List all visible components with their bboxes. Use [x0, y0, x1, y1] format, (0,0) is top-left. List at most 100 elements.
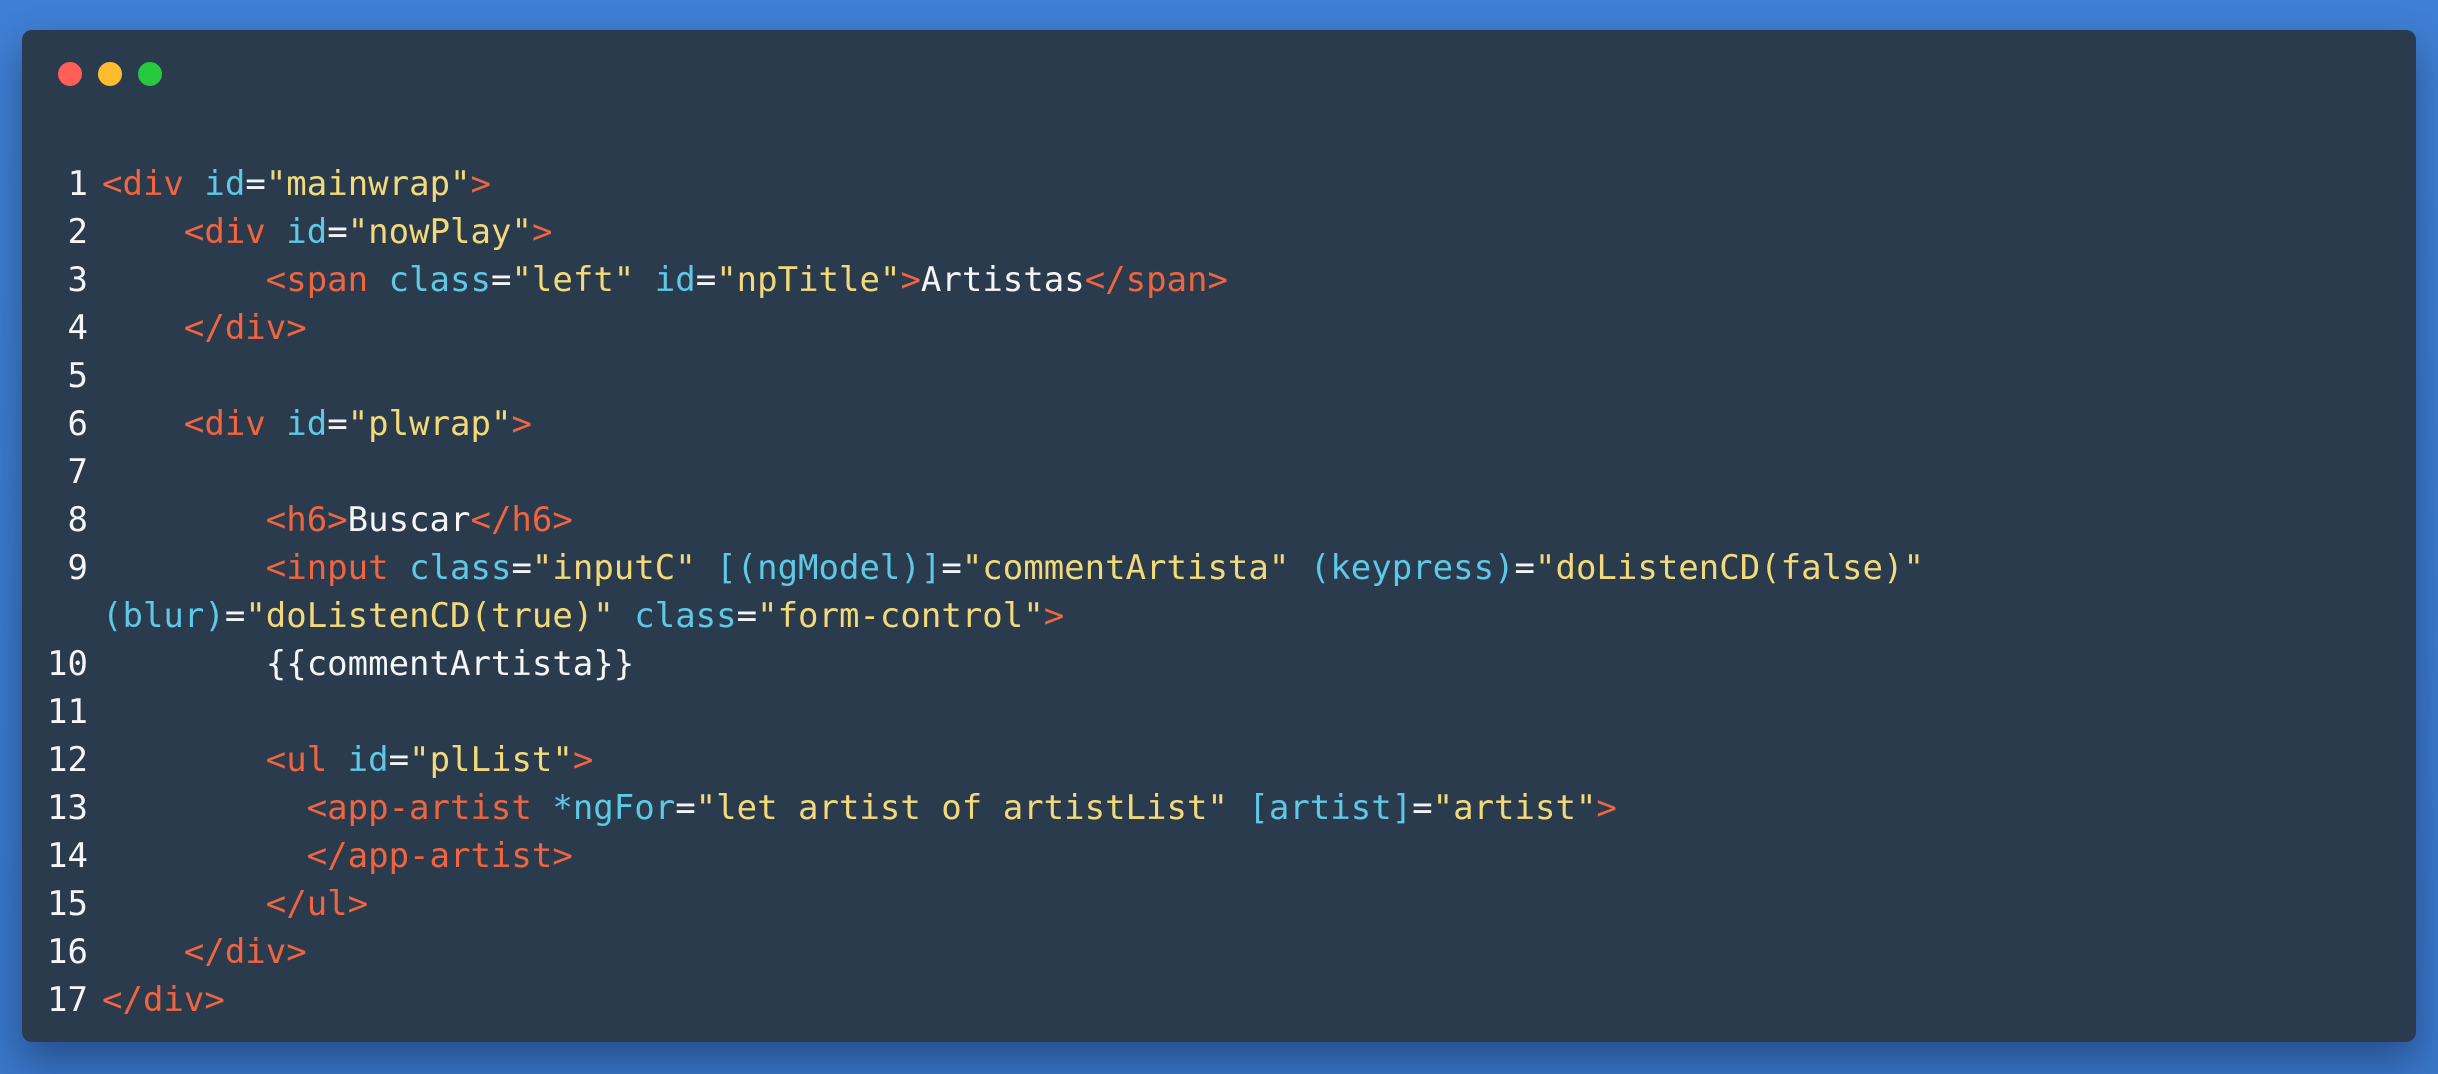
code-token: </app-artist> [306, 836, 573, 876]
code-line: 8 <h6>Buscar</h6> [22, 496, 2416, 544]
code-line: 16 </div> [22, 928, 2416, 976]
line-source: <div id="mainwrap"> [102, 160, 2182, 208]
code-token: </div> [102, 980, 225, 1020]
line-source: </div> [102, 976, 2182, 1024]
code-token: > [572, 740, 594, 780]
code-token: = [388, 740, 410, 780]
line-source: <div id="nowPlay"> [102, 208, 2182, 256]
code-token: = [327, 404, 348, 444]
code-token: > [531, 212, 553, 252]
code-token: "npTitle" [716, 260, 901, 300]
code-line: 3 <span class="left" id="npTitle">Artist… [22, 256, 2416, 304]
code-block[interactable]: 1 <div id="mainwrap"> 2 <div id="nowPlay">… [22, 160, 2416, 1024]
code-token: "artist" [1432, 788, 1597, 828]
code-line: 6 <div id="plwrap"> [22, 400, 2416, 448]
code-token: id [286, 212, 328, 252]
code-line: 13 <app-artist *ngFor="let artist of art… [22, 784, 2416, 832]
line-source: </ul> [102, 880, 2182, 928]
code-token: [(ngModel)] [716, 548, 942, 588]
code-token: class [409, 548, 512, 588]
line-number: 16 [47, 932, 88, 972]
code-line: 15 </ul> [22, 880, 2416, 928]
code-token: = [327, 212, 348, 252]
code-token: <div [183, 212, 266, 252]
code-line: 5 [22, 352, 2416, 400]
line-source [102, 352, 2182, 400]
code-token: id [654, 260, 696, 300]
line-number: 11 [47, 692, 88, 732]
code-token: "inputC" [531, 548, 696, 588]
line-source: </div> [102, 304, 2182, 352]
code-line: 7 [22, 448, 2416, 496]
code-token: id [204, 164, 246, 204]
line-source: <input class="inputC" [(ngModel)]="comme… [102, 544, 2182, 640]
code-token: </h6> [470, 500, 573, 540]
minimize-dot-icon[interactable] [98, 62, 122, 86]
code-token: class [388, 260, 491, 300]
line-source: {{commentArtista}} [102, 640, 2182, 688]
code-token: </div> [183, 308, 307, 348]
line-number: 10 [47, 644, 88, 684]
line-number: 9 [67, 548, 88, 588]
line-number: 5 [67, 356, 88, 396]
code-token: (keypress) [1309, 548, 1515, 588]
code-token: > [470, 164, 491, 204]
maximize-dot-icon[interactable] [138, 62, 162, 86]
code-token: id [347, 740, 389, 780]
code-token: <h6> [265, 500, 348, 540]
code-line: 10 {{commentArtista}} [22, 640, 2416, 688]
line-number: 13 [47, 788, 88, 828]
code-token: = [511, 548, 532, 588]
code-token: <ul [265, 740, 328, 780]
line-number: 8 [67, 500, 88, 540]
code-token: {{commentArtista}} [102, 644, 635, 684]
line-number: 2 [67, 212, 88, 252]
code-token: "doListenCD(true)" [245, 596, 614, 636]
line-source [102, 688, 2182, 736]
code-line: 17 </div> [22, 976, 2416, 1024]
code-token: "plList" [409, 740, 573, 780]
code-token: id [286, 404, 328, 444]
line-number: 6 [67, 404, 88, 444]
code-line: 4 </div> [22, 304, 2416, 352]
code-token: > [900, 260, 921, 300]
line-source: <span class="left" id="npTitle">Artistas… [102, 256, 2182, 304]
line-source: <app-artist *ngFor="let artist of artist… [102, 784, 2182, 832]
code-token: </ul> [265, 884, 369, 924]
line-number: 7 [67, 452, 88, 492]
code-token: = [736, 596, 758, 636]
code-token: = [675, 788, 696, 828]
code-token: > [511, 404, 532, 444]
code-line: 9 <input class="inputC" [(ngModel)]="com… [22, 544, 2416, 640]
code-token: </div> [183, 932, 307, 972]
code-token: "form-control" [757, 596, 1044, 636]
code-token: "mainwrap" [265, 164, 471, 204]
line-source [102, 448, 2182, 496]
code-line: 12 <ul id="plList"> [22, 736, 2416, 784]
line-number: 3 [67, 260, 88, 300]
close-dot-icon[interactable] [58, 62, 82, 86]
line-source: </div> [102, 928, 2182, 976]
line-number: 4 [67, 308, 88, 348]
line-source: <h6>Buscar</h6> [102, 496, 2182, 544]
line-source: <div id="plwrap"> [102, 400, 2182, 448]
code-token: *ngFor [552, 788, 676, 828]
code-token: "nowPlay" [347, 212, 532, 252]
code-token: > [1596, 788, 1617, 828]
